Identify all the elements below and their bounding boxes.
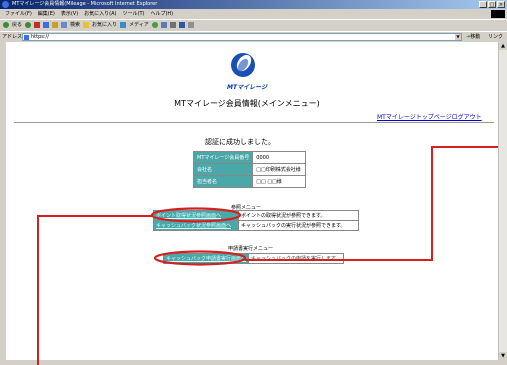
window-title: MTマイレージ会員情報(Mileage - Microsoft Internet… <box>12 1 158 7</box>
chevron-down-icon[interactable]: ▼ <box>455 34 461 40</box>
print-icon[interactable] <box>169 22 176 28</box>
company-value: □□印刷株式会社様 <box>252 163 307 176</box>
auth-message: 認証に成功しました。 <box>205 138 275 146</box>
point-status-button[interactable]: ポイント取得状況参照画面へ <box>153 210 239 221</box>
brand-name: MTマイレージ <box>227 84 267 91</box>
divider <box>14 122 494 123</box>
member-number-value: 0000 <box>252 151 307 164</box>
menu-file[interactable]: ファイル(F) <box>5 9 32 19</box>
toolbar: 戻る 検索 お気に入り メディア <box>0 19 507 30</box>
menu-tools[interactable]: ツール(T) <box>123 9 145 19</box>
table-row: ポイント取得状況参照画面へ ポイントの取得状況が参照できます。 <box>153 210 359 221</box>
address-bar: アドレス(D) https:// ▼ ➜移動 リンク » <box>0 31 507 50</box>
history-icon[interactable] <box>151 22 158 28</box>
discuss-icon[interactable] <box>187 22 194 28</box>
cashback-status-button[interactable]: キャッシュバック状況参照画面へ <box>153 220 239 231</box>
member-number-label: MTマイレージ会員番号 <box>192 151 254 164</box>
table-row: キャッシュバック申請書実行画面へ キャッシュバックの申請を実行します。 <box>162 253 344 264</box>
page-icon <box>24 35 29 40</box>
menu-bar: ファイル(F) 編集(E) 表示(V) お気に入り(A) ツール(T) ヘルプ(… <box>0 9 507 19</box>
menu-view[interactable]: 表示(V) <box>61 9 78 19</box>
mt-logo-icon <box>231 53 255 77</box>
minimize-button[interactable]: _ <box>479 1 487 8</box>
windows-logo-icon <box>491 10 505 18</box>
favorites-icon[interactable] <box>83 22 90 28</box>
search-button[interactable]: 検索 <box>70 20 80 30</box>
back-button[interactable]: 戻る <box>12 20 22 30</box>
search-icon[interactable] <box>61 22 68 28</box>
table-row: 会社名 □□印刷株式会社様 <box>192 163 307 176</box>
top-page-link[interactable]: MTマイレージトップページ <box>377 114 452 121</box>
company-label: 会社名 <box>192 163 254 176</box>
top-links: MTマイレージトップページログアウト <box>377 112 482 121</box>
menu-edit[interactable]: 編集(E) <box>38 9 55 19</box>
back-arrow-icon[interactable] <box>3 22 9 28</box>
execution-menu-heading: 申請書実行メニュー <box>228 245 273 252</box>
execution-menu-table: キャッシュバック申請書実行画面へ キャッシュバックの申請を実行します。 <box>162 253 344 264</box>
media-button[interactable]: メディア <box>129 20 149 30</box>
window-controls: _ □ × <box>479 1 505 8</box>
table-row: MTマイレージ会員番号 0000 <box>192 151 307 164</box>
go-label: 移動 <box>470 34 481 40</box>
home-icon[interactable] <box>52 22 59 28</box>
table-row: 担当者名 □□ □□様 <box>192 175 307 188</box>
member-info-table: MTマイレージ会員番号 0000 会社名 □□印刷株式会社様 担当者名 □□ □… <box>192 151 307 188</box>
menu-help[interactable]: ヘルプ(H) <box>150 9 173 19</box>
cashback-status-desc: キャッシュバックの実行状況が参照できます。 <box>238 220 359 231</box>
reference-menu-table: ポイント取得状況参照画面へ ポイントの取得状況が参照できます。 キャッシュバック… <box>153 210 359 231</box>
status-bar <box>0 360 507 365</box>
maximize-button[interactable]: □ <box>488 1 496 8</box>
contact-label: 担当者名 <box>192 175 254 188</box>
ie-icon <box>2 1 9 8</box>
scroll-down-icon[interactable]: ▼ <box>499 352 507 360</box>
forward-arrow-icon[interactable] <box>25 22 32 28</box>
refresh-icon[interactable] <box>43 22 50 28</box>
close-button[interactable]: × <box>497 1 505 8</box>
links-label: リンク <box>488 34 504 40</box>
scroll-up-icon[interactable]: ▲ <box>499 42 507 50</box>
cashback-apply-desc: キャッシュバックの申請を実行します。 <box>248 253 344 264</box>
page-title: MTマイレージ会員情報(メインメニュー) <box>174 99 320 108</box>
logout-link[interactable]: ログアウト <box>452 114 482 121</box>
execution-menu-label: 申請書実行メニュー <box>228 246 274 252</box>
menu-favorites[interactable]: お気に入り(A) <box>84 9 116 19</box>
point-status-desc: ポイントの取得状況が参照できます。 <box>238 210 359 221</box>
contact-value: □□ □□様 <box>252 175 307 188</box>
address-url: https:// <box>31 34 49 40</box>
go-button[interactable]: ➜移動 <box>466 32 480 42</box>
address-input[interactable]: https:// ▼ <box>22 33 462 41</box>
stop-icon[interactable] <box>34 22 41 28</box>
favorites-button[interactable]: お気に入り <box>92 20 117 30</box>
mail-icon[interactable] <box>160 22 167 28</box>
title-bar: MTマイレージ会員情報(Mileage - Microsoft Internet… <box>0 0 507 9</box>
vertical-scrollbar[interactable]: ▲ ▼ <box>498 42 507 360</box>
table-row: キャッシュバック状況参照画面へ キャッシュバックの実行状況が参照できます。 <box>153 220 359 231</box>
edit-icon[interactable] <box>178 22 185 28</box>
media-icon[interactable] <box>120 22 127 28</box>
cashback-apply-button[interactable]: キャッシュバック申請書実行画面へ <box>162 253 250 264</box>
